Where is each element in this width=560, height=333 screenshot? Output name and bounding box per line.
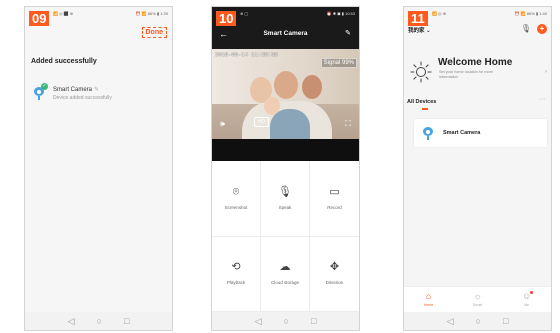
add-device-button[interactable]: + (537, 24, 547, 34)
step-badge: 10 (216, 11, 237, 26)
control-label: Direction (325, 280, 344, 286)
done-button[interactable]: Done (141, 27, 167, 38)
video-bottom-band (212, 139, 359, 161)
video-timestamp: 2018-05-14 11:28:38 (215, 51, 278, 58)
device-added-status: Device added successfully (53, 95, 112, 101)
camera-title: Smart Camera (263, 30, 308, 37)
more-options-icon[interactable]: ··· (539, 96, 546, 103)
location-hint[interactable]: Set your home location for more informat… (439, 70, 509, 80)
signal-indicator: Signal 99% (320, 58, 357, 68)
sun-icon (410, 61, 432, 83)
home-nav-icon[interactable]: ○ (476, 316, 481, 326)
control-label: Playback (226, 280, 246, 286)
speak-button[interactable]: 🎙 Speak (261, 161, 310, 237)
recents-nav-icon[interactable]: □ (503, 316, 508, 326)
status-right: ⏰ 📶 86% ▮ 1:40 (514, 11, 547, 16)
recents-nav-icon[interactable]: □ (311, 316, 316, 326)
video-record-icon: ▭ (329, 185, 340, 198)
tab-label: Smart (472, 303, 483, 307)
home-nav-icon[interactable]: ○ (284, 316, 289, 326)
phone-step-11: 11 📶 ◎ ⊕ ⏰ 📶 86% ▮ 1:40 我的家 ⌄ 🎙 + Welcom… (403, 6, 552, 331)
welcome-title: Welcome Home (438, 57, 513, 68)
status-left: 📶 ◎ ⊕ (432, 11, 447, 16)
smart-scene-icon: ☼ (473, 291, 482, 301)
cloud-storage-button[interactable]: ☁ Cloud storage (261, 236, 310, 312)
step-badge: 09 (29, 11, 50, 26)
tab-home[interactable]: ⌂ Home (423, 291, 434, 308)
camera-icon: ✓ (33, 83, 48, 100)
camera-controls-grid: ⌾ Screenshot 🎙 Speak ▭ Record ⟲ Playback… (212, 161, 359, 312)
back-nav-icon[interactable]: ◁ (68, 316, 75, 326)
system-nav-bar: ◁ ○ □ (25, 312, 172, 330)
control-label: Cloud storage (270, 280, 300, 286)
status-left: ⊕ ▢ (240, 11, 249, 16)
status-left: 📶 ◎ ⬛ ⊕ (53, 11, 74, 16)
device-card[interactable]: Smart Camera (414, 119, 547, 147)
back-nav-icon[interactable]: ◁ (255, 316, 262, 326)
tab-label: Me (524, 303, 529, 307)
tab-me[interactable]: ☺ Me (521, 291, 534, 307)
home-selector[interactable]: 我的家 ⌄ (408, 26, 431, 34)
tab-underline (422, 108, 428, 110)
direction-arrows-icon: ✥ (329, 261, 340, 274)
bottom-tab-bar: ⌂ Home ☼ Smart ☺ Me (404, 286, 551, 312)
chevron-right-icon[interactable]: › (545, 69, 547, 75)
playback-icon: ⟲ (231, 261, 241, 274)
microphone-icon[interactable]: 🎙 (521, 24, 531, 33)
system-nav-bar: ◁ ○ □ (404, 312, 551, 330)
microphone-icon: 🎙 (278, 185, 292, 198)
edit-name-icon[interactable]: ✎ (94, 87, 99, 93)
direction-button[interactable]: ✥ Direction (310, 237, 359, 312)
system-nav-bar: ◁ ○ □ (212, 312, 359, 330)
status-right: ⏰ ✱ ◼ ▮ 10:53 (326, 11, 355, 16)
phone-step-09: 09 📶 ◎ ⬛ ⊕ ⏰ 📶 86% ▮ 1:39 Done Added suc… (24, 6, 173, 331)
playback-button[interactable]: ⟲ Playback (212, 236, 261, 312)
recents-nav-icon[interactable]: □ (124, 316, 129, 326)
device-name-row: Smart Camera ✎ (53, 86, 112, 93)
phone-step-10: 10 ⊕ ▢ ⏰ ✱ ◼ ▮ 10:53 ← Smart Camera ✎ 20… (211, 6, 360, 331)
record-button[interactable]: ▭ Record (310, 161, 359, 237)
control-label: Record (327, 204, 342, 210)
control-label: Screenshot (224, 204, 248, 210)
hd-toggle-button[interactable]: HD (254, 117, 270, 127)
device-name: Smart Camera (53, 87, 93, 93)
edit-icon[interactable]: ✎ (345, 29, 351, 37)
camera-shutter-icon: ⌾ (232, 185, 240, 198)
tab-smart[interactable]: ☼ Smart (472, 291, 483, 308)
home-nav-icon[interactable]: ○ (97, 316, 102, 326)
added-successfully-title: Added successfully (31, 58, 97, 65)
speaker-icon[interactable]: 🕪 (220, 119, 225, 129)
step-badge: 11 (408, 11, 428, 26)
camera-icon (422, 126, 435, 140)
device-name: Smart Camera (443, 130, 481, 136)
status-right: ⏰ 📶 86% ▮ 1:39 (135, 11, 168, 16)
notification-dot (530, 291, 534, 294)
back-nav-icon[interactable]: ◁ (447, 316, 454, 326)
check-icon: ✓ (41, 83, 48, 90)
profile-icon: ☺ (521, 291, 534, 301)
home-icon: ⌂ (425, 291, 432, 301)
cloud-icon: ☁ (279, 261, 291, 274)
screenshot-button[interactable]: ⌾ Screenshot (212, 161, 261, 237)
added-device-row: ✓ Smart Camera ✎ Device added successfull… (33, 83, 112, 101)
control-label: Speak (278, 204, 292, 210)
tab-label: Home (423, 303, 434, 307)
fullscreen-icon[interactable]: ⛶ (345, 119, 351, 129)
all-devices-tab[interactable]: All Devices (407, 99, 436, 105)
